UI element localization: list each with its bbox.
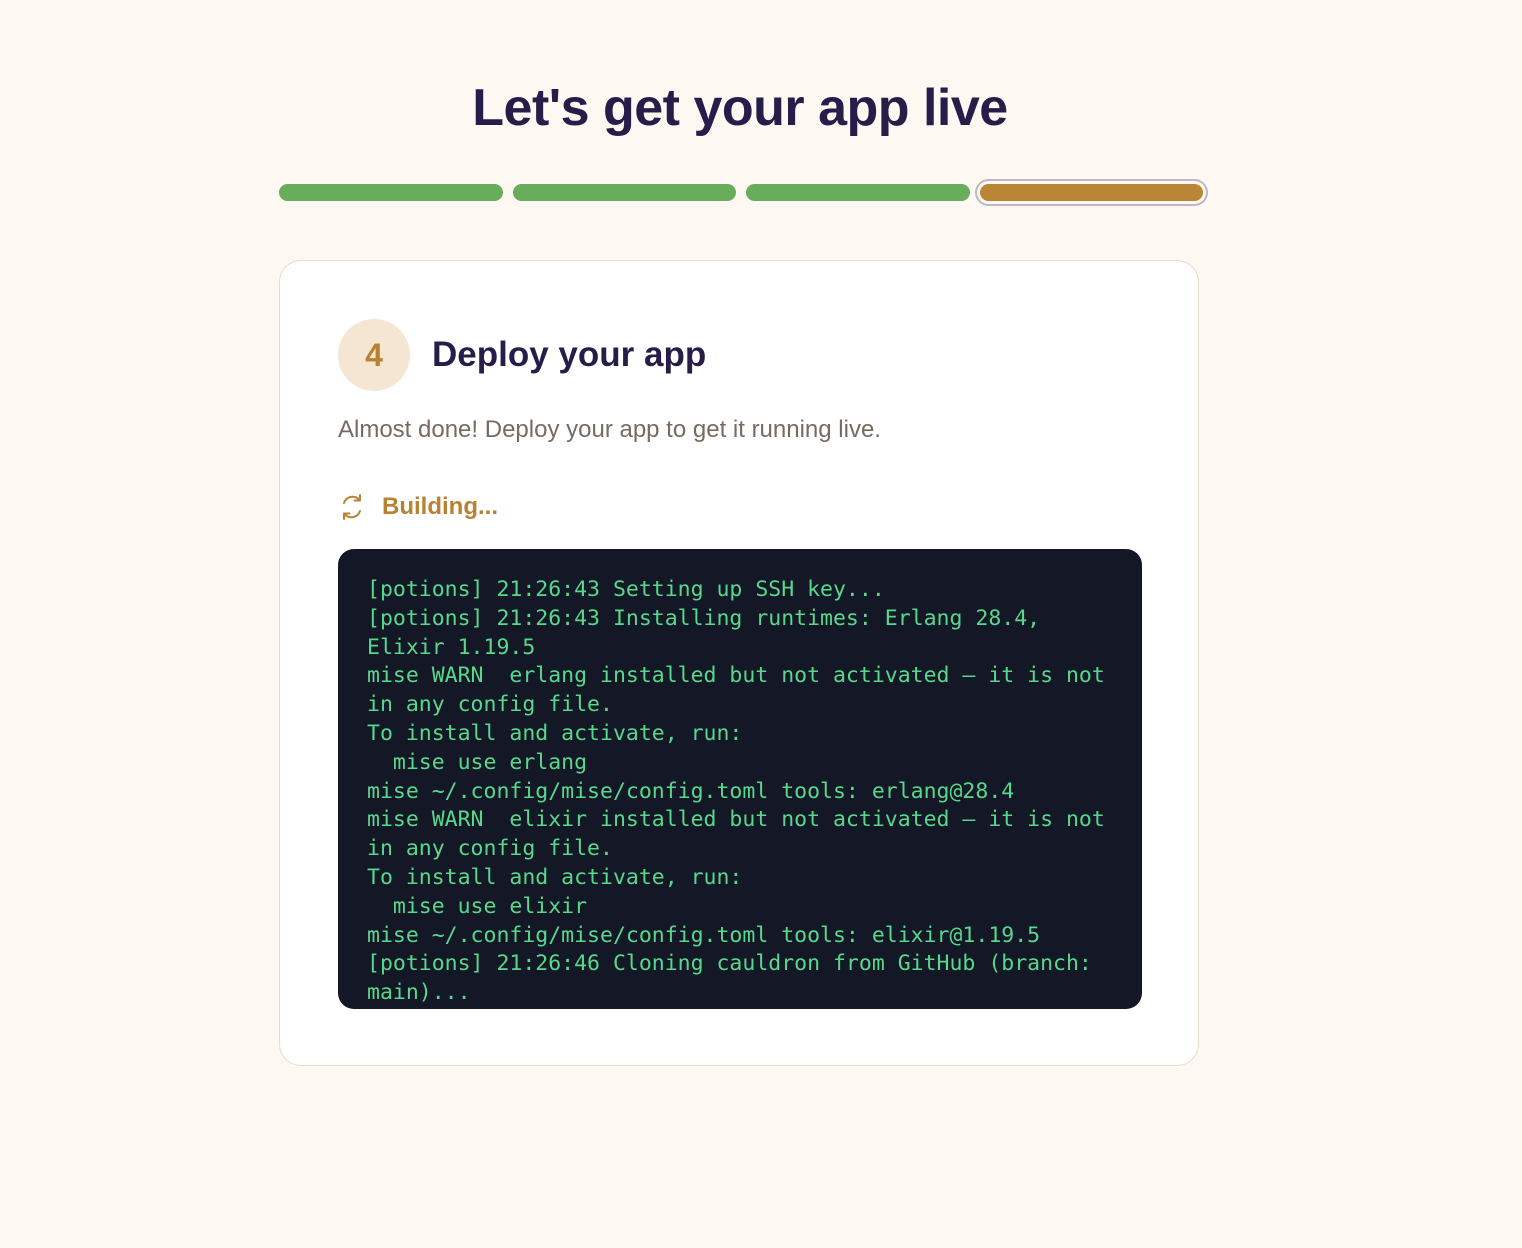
log-line: mise ~/.config/mise/config.toml tools: e… xyxy=(367,922,1041,948)
log-line: mise use elixir xyxy=(367,893,588,919)
step-title: Deploy your app xyxy=(432,335,707,374)
build-status-label: Building... xyxy=(382,493,498,520)
log-line: mise use erlang xyxy=(367,749,588,775)
page-title: Let's get your app live xyxy=(472,79,1008,137)
log-line: [potions] 21:26:43 Installing runtimes: … xyxy=(367,605,1054,660)
step-number-badge: 4 xyxy=(338,319,410,391)
log-line: To install and activate, run: xyxy=(367,864,743,890)
log-line: mise WARN elixir installed but not activ… xyxy=(367,807,1118,862)
log-line: mise ~/.config/mise/config.toml tools: e… xyxy=(367,778,1015,804)
build-log-terminal[interactable]: [potions] 21:26:43 Setting up SSH key...… xyxy=(338,549,1142,1009)
build-status: Building... xyxy=(338,493,498,521)
step-description: Almost done! Deploy your app to get it r… xyxy=(338,416,881,443)
log-line: [potions] 21:26:43 Setting up SSH key... xyxy=(367,577,885,602)
deploy-card: 4 Deploy your app Almost done! Deploy yo… xyxy=(279,260,1199,1066)
progress-step-2 xyxy=(512,184,736,201)
refresh-icon xyxy=(338,493,366,521)
progress-bar xyxy=(279,184,1203,202)
log-line: mise WARN erlang installed but not activ… xyxy=(367,663,1118,718)
log-line: To install and activate, run: xyxy=(367,720,743,746)
progress-step-4-current xyxy=(979,184,1203,201)
progress-step-1 xyxy=(279,184,503,201)
log-line: [potions] 21:26:46 Cloning cauldron from… xyxy=(367,951,1105,1006)
step-header: 4 Deploy your app xyxy=(338,319,706,391)
progress-step-3 xyxy=(746,184,970,201)
